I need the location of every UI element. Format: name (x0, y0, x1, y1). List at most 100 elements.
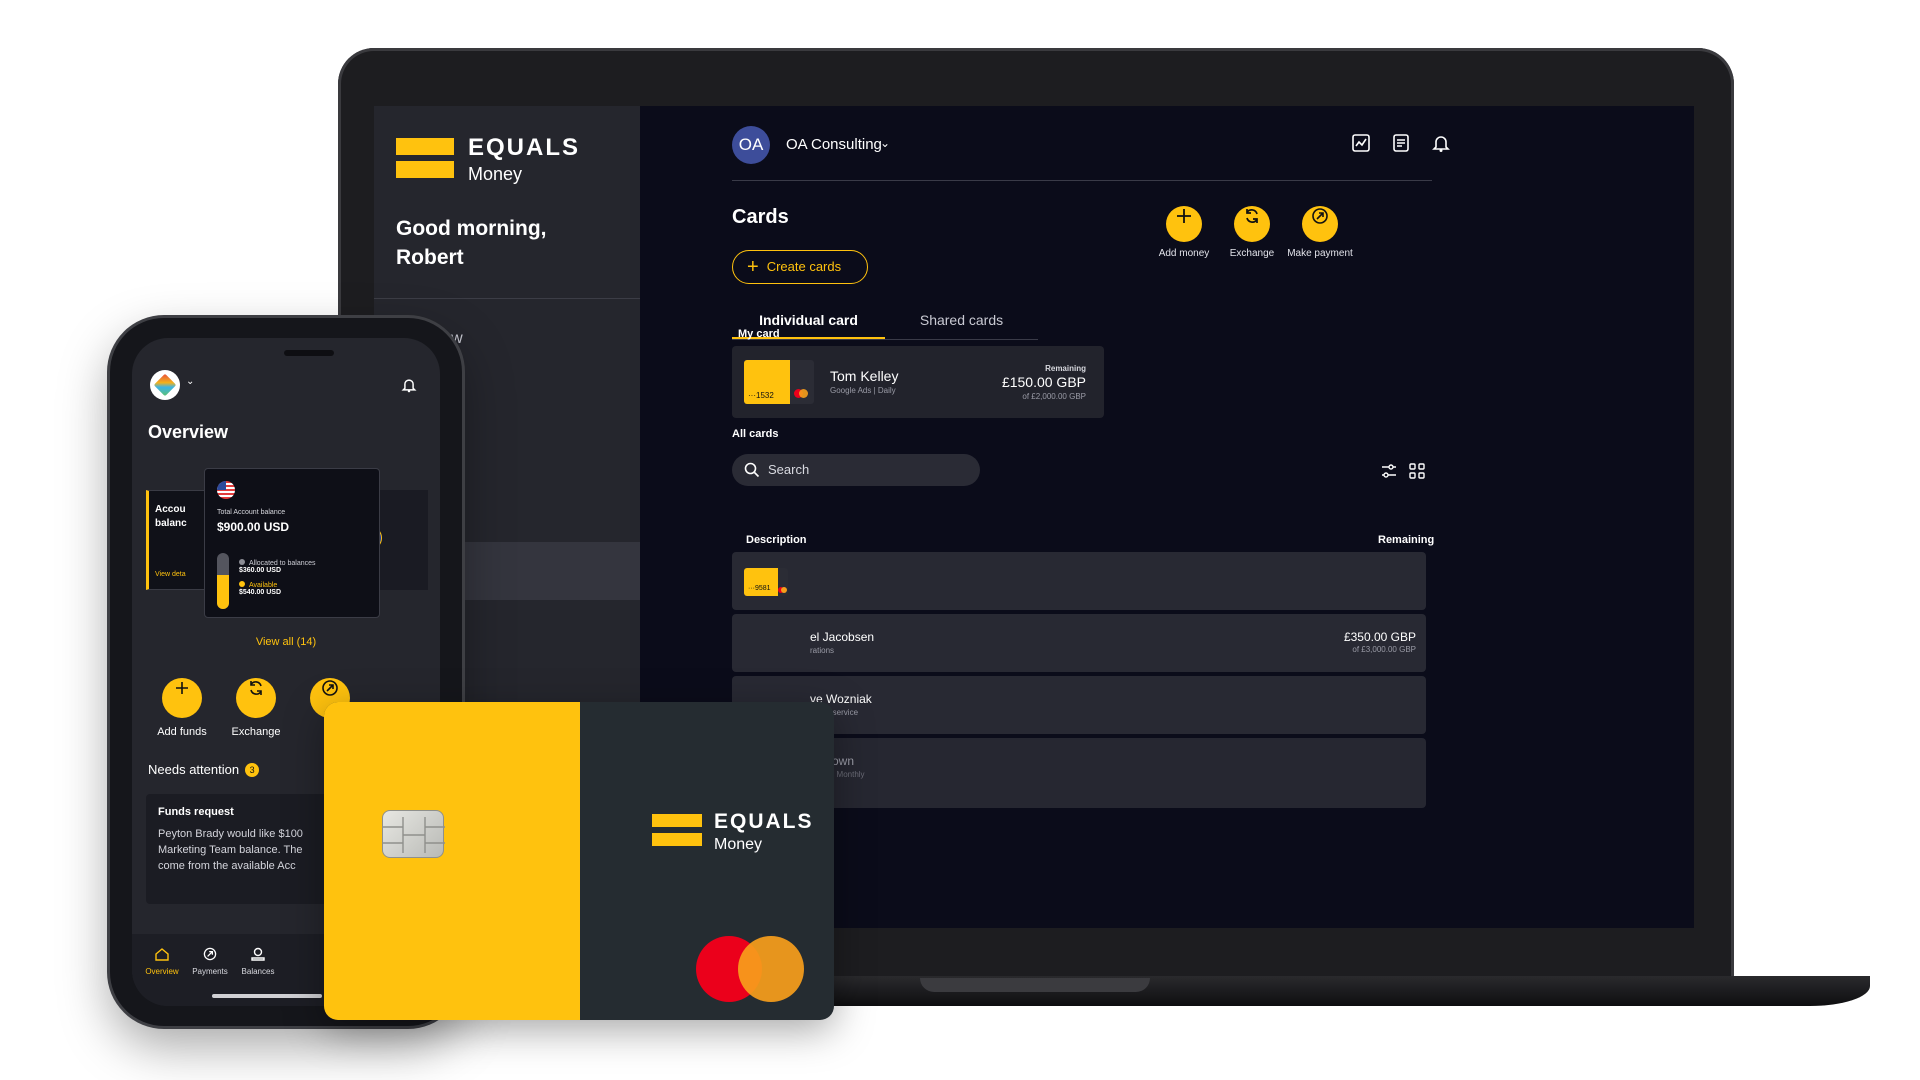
exchange-label: Exchange (231, 726, 281, 738)
org-switcher[interactable]: OA Consulting (786, 136, 882, 153)
row-name: el Jacobsen (810, 630, 875, 644)
search-input[interactable]: Search (732, 454, 980, 486)
bell-icon[interactable] (400, 376, 418, 399)
view-all-link[interactable]: View all (14) (132, 636, 440, 648)
marketing-scene: EQUALS Money Good morning, Robert Overvi… (0, 0, 1920, 1080)
card-brand-subname: Money (714, 836, 763, 853)
total-balance-label: Total Account balance (217, 509, 286, 516)
needs-attention-heading: Needs attention 3 (148, 762, 260, 777)
grid-view-icon[interactable] (1408, 462, 1426, 485)
needs-attention-label: Needs attention (148, 762, 240, 777)
make-payment-button[interactable]: Make payment (1280, 198, 1360, 259)
allocated-label: Allocated to balances (249, 560, 316, 567)
chevron-down-icon[interactable]: ⌄ (880, 136, 890, 150)
exchange-icon (250, 681, 262, 695)
nav-item-balances[interactable]: Balances (228, 946, 288, 976)
org-logo-avatar[interactable] (150, 370, 180, 400)
create-cards-button[interactable]: + Create cards (732, 250, 868, 284)
plus-icon: + (747, 256, 759, 278)
card-holder-sub: Google Ads | Daily (830, 386, 896, 395)
chevron-down-icon[interactable]: ⌄ (186, 376, 194, 387)
greeting: Good morning, Robert (396, 217, 547, 269)
home-icon (155, 948, 169, 961)
remaining-of: of £2,000.00 GBP (1022, 392, 1086, 401)
my-card-item[interactable]: ···1532 Tom Kelley Google Ads | Daily Re… (732, 346, 1104, 418)
view-details-link[interactable]: View deta (155, 571, 186, 578)
brand-name: EQUALS (468, 134, 581, 161)
all-cards-label: All cards (732, 428, 779, 440)
laptop-notch (920, 978, 1150, 992)
create-cards-label: Create cards (766, 259, 842, 274)
add-funds-button[interactable]: Add funds (152, 668, 212, 738)
equals-logo-icon (652, 814, 702, 852)
chip-icon (382, 810, 445, 858)
card-number-suffix: ···9581 (748, 585, 771, 592)
balances-icon (251, 947, 265, 961)
my-card-label: My card (738, 328, 780, 340)
available-legend: Available $540.00 USD (239, 581, 281, 596)
brand-subname: Money (468, 164, 523, 184)
row-amount: £350.00 GBP (1343, 630, 1416, 644)
balance-card-previous-line1: Accou (155, 504, 186, 515)
row-sub: rations (810, 646, 835, 655)
needs-attention-count: 3 (245, 763, 260, 777)
card-holder-name: Tom Kelley (830, 368, 899, 384)
nav-balances-label: Balances (241, 967, 275, 976)
mastercard-icon (778, 587, 787, 593)
remaining-value: £150.00 GBP (1001, 374, 1086, 390)
nav-overview-label: Overview (145, 967, 179, 976)
payment-arrow-icon (322, 680, 338, 696)
plus-icon (1177, 209, 1191, 223)
card-yellow-panel (324, 702, 580, 1020)
balance-card-previous-text: Accou balanc (155, 503, 187, 531)
header-divider (732, 180, 1432, 181)
sidebar-divider (374, 298, 640, 299)
balance-card[interactable]: Total Account balance $900.00 USD Alloca… (204, 468, 380, 618)
bell-icon[interactable] (1430, 132, 1452, 154)
card-thumbnail: ···1532 (744, 360, 814, 404)
mastercard-icon (794, 389, 808, 398)
balance-card-previous[interactable]: Accou balanc View deta (146, 490, 206, 590)
remaining-label: Remaining (1045, 364, 1086, 373)
total-balance-value: $900.00 USD (217, 520, 290, 534)
card-number-suffix: ···1532 (748, 391, 774, 400)
balance-card-previous-line2: balanc (155, 518, 187, 529)
make-payment-label: Make payment (1287, 248, 1353, 259)
header-icons (1350, 132, 1452, 154)
payment-arrow-icon (203, 947, 217, 961)
home-indicator (212, 994, 322, 998)
page-title: Overview (148, 422, 229, 442)
filter-icon[interactable] (1380, 462, 1398, 485)
exchange-button[interactable]: Exchange (226, 668, 286, 738)
plus-icon (176, 682, 188, 694)
equals-logo-icon (396, 138, 454, 184)
card-brand-text: EQUALS Money (714, 810, 814, 854)
phone-speaker (284, 350, 334, 356)
table-row[interactable]: ve Wozniak tomer service (732, 676, 1426, 734)
brand-logo-text: EQUALS Money (468, 134, 580, 185)
search-placeholder: Search (768, 462, 810, 477)
exchange-icon (1246, 209, 1258, 223)
add-funds-label: Add funds (157, 726, 207, 738)
table-row[interactable]: n Brown earch | Monthly (732, 738, 1426, 808)
mastercard-icon (696, 936, 804, 1002)
card-brand-name: EQUALS (714, 810, 814, 833)
page-title: Cards (732, 206, 789, 228)
column-description: Description (746, 534, 807, 546)
available-value: $540.00 USD (239, 589, 282, 596)
table-row[interactable]: ···9581 (732, 552, 1426, 610)
row-amount-of: of £3,000.00 GBP (1352, 645, 1416, 654)
physical-card: EQUALS Money (324, 702, 834, 1020)
table-row[interactable]: el Jacobsen rations £350.00 GBP of £3,00… (732, 614, 1426, 672)
balance-gauge (217, 553, 229, 609)
column-remaining: Remaining (1378, 534, 1435, 546)
payment-arrow-icon (1312, 208, 1328, 224)
search-icon (744, 462, 760, 478)
allocated-legend: Allocated to balances $360.00 USD (239, 559, 316, 574)
org-avatar[interactable]: OA (732, 126, 770, 164)
tab-shared-cards[interactable]: Shared cards (885, 302, 1038, 339)
analytics-icon[interactable] (1350, 132, 1372, 154)
card-thumbnail: ···9581 (744, 568, 788, 596)
statement-icon[interactable] (1390, 132, 1412, 154)
available-label: Available (249, 582, 278, 589)
